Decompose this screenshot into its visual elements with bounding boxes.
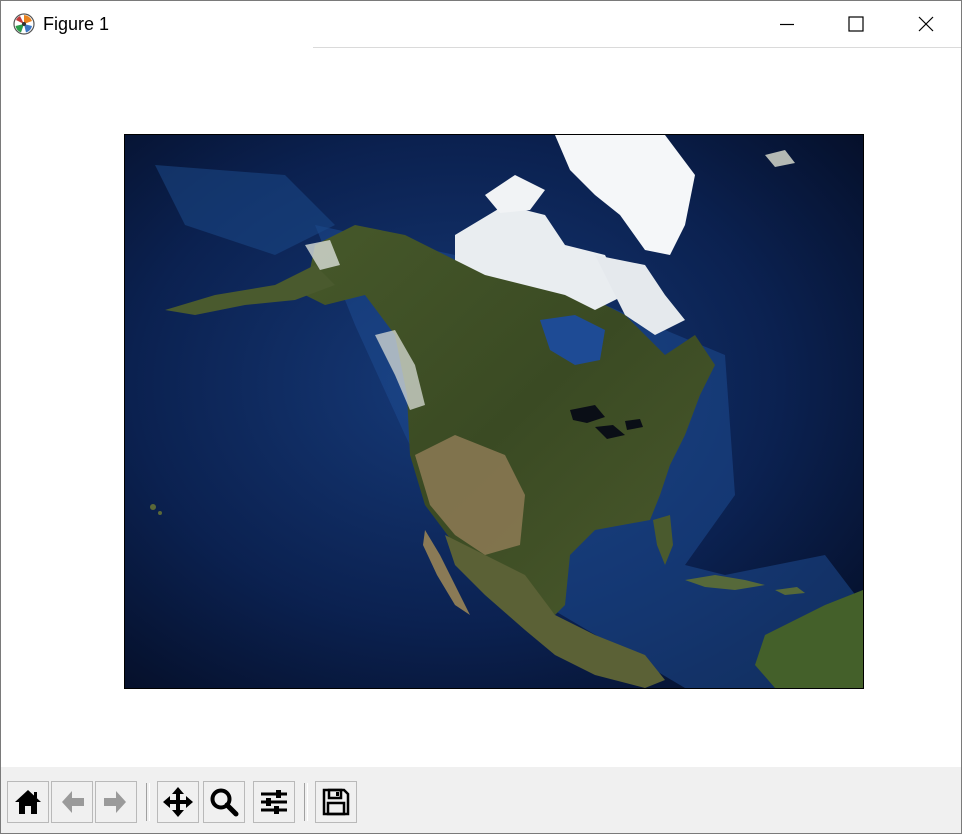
pan-button[interactable]	[157, 781, 199, 823]
map-axes[interactable]	[124, 134, 864, 689]
close-icon	[918, 16, 934, 32]
figure-canvas[interactable]	[1, 48, 961, 767]
floppy-disk-icon	[322, 788, 350, 816]
zoom-button[interactable]	[203, 781, 245, 823]
matplotlib-icon	[13, 13, 35, 35]
maximize-button[interactable]	[833, 1, 879, 47]
move-arrows-icon	[163, 787, 193, 817]
home-icon	[15, 790, 41, 814]
magnifier-icon	[210, 788, 239, 817]
figure-window: Figure 1	[0, 0, 962, 834]
minimize-button[interactable]	[764, 1, 810, 47]
window-title: Figure 1	[43, 14, 110, 34]
toolbar-separator	[146, 783, 150, 821]
satellite-map-north-america	[125, 135, 863, 688]
back-arrow-icon	[62, 791, 84, 813]
back-button[interactable]	[51, 781, 93, 823]
toolbar-separator	[304, 783, 308, 821]
close-button[interactable]	[903, 1, 949, 47]
save-button[interactable]	[315, 781, 357, 823]
sliders-icon	[261, 790, 287, 814]
maximize-icon	[848, 16, 864, 32]
configure-subplots-button[interactable]	[253, 781, 295, 823]
title-bar[interactable]: Figure 1	[1, 1, 961, 47]
minimize-icon	[780, 23, 794, 26]
navigation-toolbar	[1, 767, 961, 833]
forward-arrow-icon	[104, 791, 126, 813]
forward-button[interactable]	[95, 781, 137, 823]
home-button[interactable]	[7, 781, 49, 823]
